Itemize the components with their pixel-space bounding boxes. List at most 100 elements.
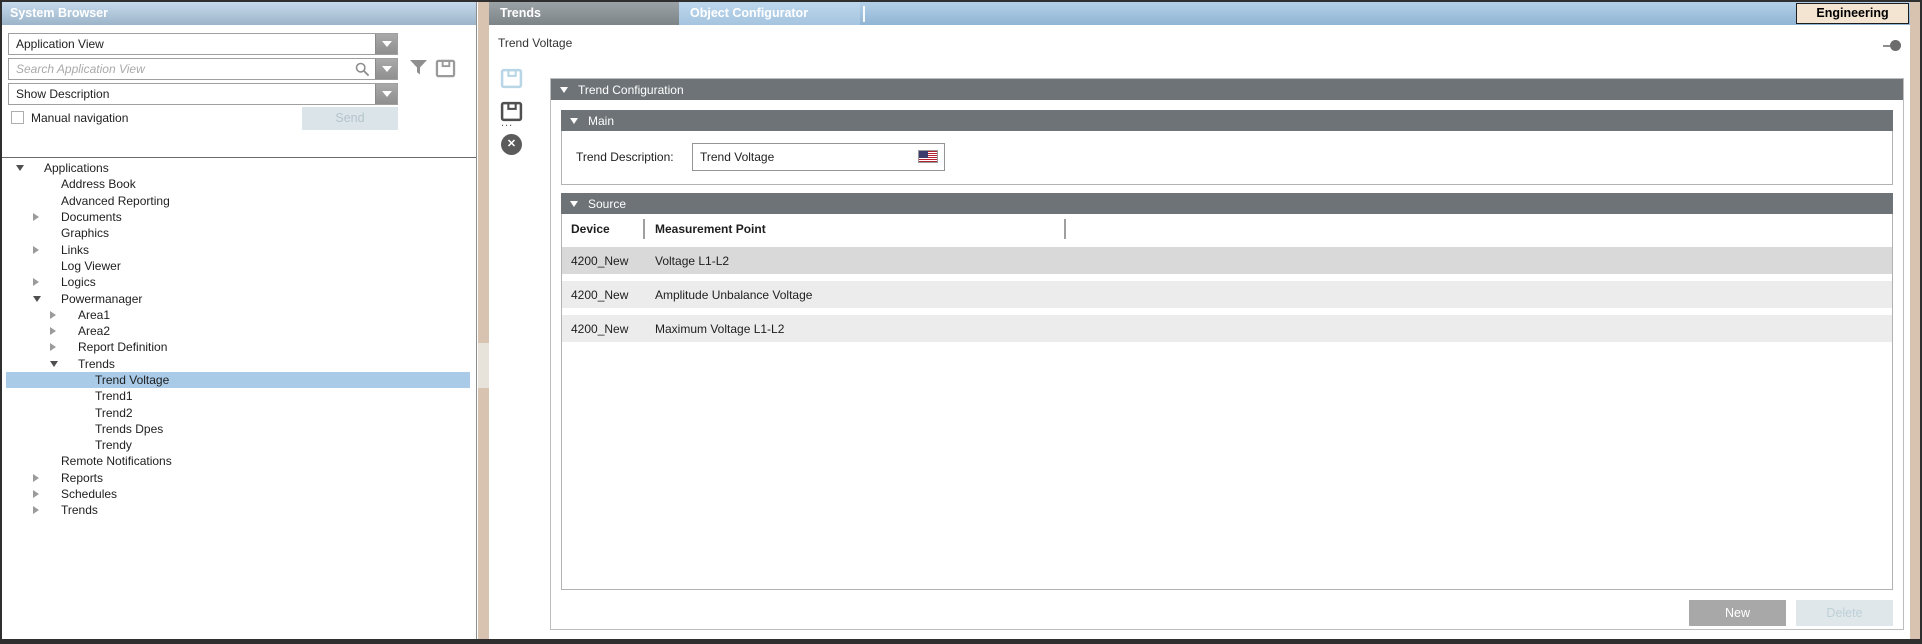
cell-device: 4200_New — [562, 254, 655, 268]
expand-arrow-icon[interactable] — [33, 278, 39, 286]
tree-item-area1[interactable]: Area1 — [6, 307, 470, 323]
collapse-arrow-icon[interactable] — [570, 201, 578, 207]
search-icon[interactable] — [355, 62, 370, 77]
tab-trends[interactable]: Trends — [489, 2, 679, 25]
tree-item-graphics[interactable]: Graphics — [6, 225, 470, 241]
tree-item-label: Area1 — [78, 308, 110, 322]
filter-icon[interactable] — [409, 59, 428, 76]
collapse-arrow-icon[interactable] — [570, 118, 578, 124]
expand-arrow-icon[interactable] — [33, 246, 39, 254]
system-browser-panel: System Browser Application View Show Des… — [2, 2, 477, 639]
display-mode-dropdown[interactable]: Show Description — [8, 83, 398, 105]
expand-arrow-icon[interactable] — [16, 165, 24, 171]
tree-item-applications[interactable]: Applications — [6, 160, 470, 176]
tree-item-trend1[interactable]: Trend1 — [6, 388, 470, 404]
manual-navigation-checkbox[interactable] — [11, 111, 24, 124]
tree-item-trends[interactable]: Trends — [6, 356, 470, 372]
trend-description-input[interactable] — [692, 143, 945, 171]
work-area-panel: Trends Object Configurator Engineering T… — [489, 2, 1910, 639]
tree-item-label: Powermanager — [61, 292, 142, 306]
tree-item-advanced-reporting[interactable]: Advanced Reporting — [6, 193, 470, 209]
tree-item-label: Area2 — [78, 324, 110, 338]
expand-arrow-icon[interactable] — [50, 311, 56, 319]
search-input[interactable] — [9, 59, 349, 79]
table-row[interactable]: 4200_NewAmplitude Unbalance Voltage — [562, 281, 1892, 308]
editor-toolbar: ... ✕ — [500, 68, 530, 155]
expand-arrow-icon[interactable] — [50, 327, 56, 335]
trend-configuration-header[interactable]: Trend Configuration — [551, 79, 1903, 100]
discard-icon[interactable]: ✕ — [501, 134, 522, 155]
main-section-header[interactable]: Main — [561, 110, 1893, 131]
cell-measurement-point: Maximum Voltage L1-L2 — [655, 322, 1892, 336]
tree-item-remote-notifications[interactable]: Remote Notifications — [6, 453, 470, 469]
chevron-down-icon[interactable] — [375, 59, 397, 79]
tree-item-trends-dpes[interactable]: Trends Dpes — [6, 421, 470, 437]
source-table-header: Device Measurement Point — [562, 214, 1892, 247]
tree-item-trend2[interactable]: Trend2 — [6, 404, 470, 420]
tree-item-label: Trends — [61, 503, 98, 517]
save-icon[interactable] — [435, 59, 456, 78]
view-selector-value: Application View — [16, 37, 104, 51]
expand-arrow-icon[interactable] — [50, 343, 56, 351]
tree-item-area2[interactable]: Area2 — [6, 323, 470, 339]
column-resize-handle[interactable] — [1064, 219, 1066, 239]
tree-item-label: Trends Dpes — [95, 422, 163, 436]
expand-arrow-icon[interactable] — [33, 506, 39, 514]
trend-description-label: Trend Description: — [576, 150, 674, 164]
source-section: Source Device Measurement Point 4200_New… — [561, 193, 1893, 590]
manual-navigation-label: Manual navigation — [31, 111, 128, 125]
new-button[interactable]: New — [1689, 600, 1786, 626]
trend-editor: Trend Voltage ... ✕ Trend Configuration — [489, 25, 1910, 639]
tab-object-configurator[interactable]: Object Configurator — [679, 2, 860, 25]
tree-item-label: Remote Notifications — [61, 454, 172, 468]
collapse-arrow-icon[interactable] — [560, 87, 568, 93]
search-box — [8, 58, 398, 80]
tree-item-trendy[interactable]: Trendy — [6, 437, 470, 453]
tree-item-report-definition[interactable]: Report Definition — [6, 339, 470, 355]
tree-item-label: Trend1 — [95, 389, 133, 403]
expand-arrow-icon[interactable] — [33, 213, 39, 221]
save-as-icon[interactable]: ... — [500, 101, 524, 125]
save-icon[interactable] — [500, 68, 524, 92]
delete-button[interactable]: Delete — [1796, 600, 1893, 626]
tree-item-label: Schedules — [61, 487, 117, 501]
expand-arrow-icon[interactable] — [33, 490, 39, 498]
chevron-down-icon[interactable] — [375, 84, 397, 104]
tree-item-log-viewer[interactable]: Log Viewer — [6, 258, 470, 274]
tree-item-label: Advanced Reporting — [61, 194, 170, 208]
tree-item-logics[interactable]: Logics — [6, 274, 470, 290]
tree-item-trend-voltage[interactable]: Trend Voltage — [6, 372, 470, 388]
panel-splitter[interactable] — [478, 2, 489, 639]
table-row[interactable]: 4200_NewMaximum Voltage L1-L2 — [562, 315, 1892, 342]
source-section-header[interactable]: Source — [561, 193, 1893, 214]
tree-item-address-book[interactable]: Address Book — [6, 176, 470, 192]
tree-item-label: Links — [61, 243, 89, 257]
column-resize-handle[interactable] — [643, 219, 645, 239]
tree-item-links[interactable]: Links — [6, 241, 470, 257]
chevron-down-icon[interactable] — [375, 34, 397, 54]
expand-arrow-icon[interactable] — [33, 296, 41, 302]
column-header-measurement-point[interactable]: Measurement Point — [655, 222, 766, 236]
trend-configuration-section: Trend Configuration Main Trend Descripti… — [550, 78, 1904, 630]
tree-item-reports[interactable]: Reports — [6, 470, 470, 486]
engineering-mode-button[interactable]: Engineering — [1796, 3, 1909, 24]
expand-arrow-icon[interactable] — [33, 474, 39, 482]
tree-item-label: Address Book — [61, 177, 136, 191]
tree-item-label: Trendy — [95, 438, 132, 452]
column-header-device[interactable]: Device — [571, 222, 610, 236]
send-button[interactable]: Send — [302, 107, 398, 130]
pin-icon[interactable] — [1883, 40, 1901, 51]
main-section: Main Trend Description: — [561, 110, 1893, 185]
display-mode-value: Show Description — [16, 87, 109, 101]
view-selector-dropdown[interactable]: Application View — [8, 33, 398, 55]
table-row[interactable]: 4200_NewVoltage L1-L2 — [562, 247, 1892, 274]
tab-bar: Trends Object Configurator Engineering — [489, 2, 1910, 25]
expand-arrow-icon[interactable] — [50, 361, 58, 367]
tree-item-schedules[interactable]: Schedules — [6, 486, 470, 502]
right-edge-splitter[interactable] — [1910, 2, 1920, 639]
tree-item-label: Documents — [61, 210, 122, 224]
splitter-handle[interactable] — [478, 343, 489, 388]
tree-item-documents[interactable]: Documents — [6, 209, 470, 225]
tree-item-trends[interactable]: Trends — [6, 502, 470, 518]
tree-item-powermanager[interactable]: Powermanager — [6, 290, 470, 306]
